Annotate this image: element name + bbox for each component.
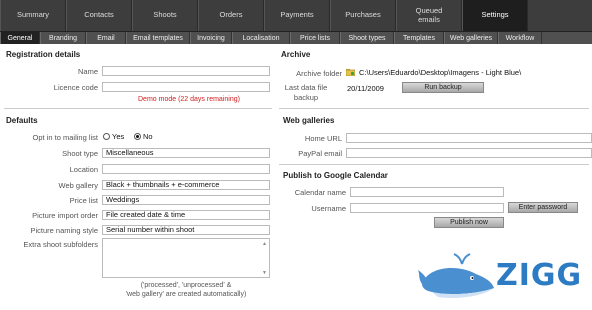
import-order-select[interactable]: File created date & time [102,210,270,220]
subtab-web-galleries[interactable]: Web galleries [444,32,498,44]
tab-summary[interactable]: Summary [0,0,66,31]
subtab-templates[interactable]: Templates [394,32,444,44]
folder-icon[interactable] [346,68,355,76]
subtab-email[interactable]: Email [86,32,126,44]
paypal-input[interactable] [346,148,592,158]
calendar-name-input[interactable] [350,187,504,197]
shoot-type-select[interactable]: Miscellaneous [102,148,270,158]
paypal-label: PayPal email [298,149,342,158]
demo-mode-text: Demo mode (22 days remaining) [138,96,240,103]
web-gallery-select[interactable]: Black + thumbnails + e-commerce [102,180,270,190]
tab-orders[interactable]: Orders [198,0,264,31]
archive-folder-path: C:\Users\Eduardo\Desktop\Imagens - Light… [359,68,522,77]
subfolders-note: ('processed', 'unprocessed' & 'web galle… [125,282,247,298]
calendar-name-label: Calendar name [294,188,346,197]
web-galleries-title: Web galleries [283,116,335,125]
subtab-workflow[interactable]: Workflow [498,32,542,44]
subtab-price-lists[interactable]: Price lists [290,32,340,44]
tab-payments[interactable]: Payments [264,0,330,31]
subtab-email-templates[interactable]: Email templates [126,32,190,44]
licence-label: Licence code [53,83,98,92]
top-nav-filler [528,0,592,31]
backup-date: 20/11/2009 [347,84,384,93]
subtab-general[interactable]: General [0,32,40,44]
home-url-label: Home URL [304,134,342,143]
optin-no-radio[interactable] [134,133,141,140]
divider [279,108,589,109]
whale-logo-icon [418,253,494,298]
import-order-label: Picture import order [32,211,98,220]
optin-label: Opt in to mailing list [32,133,98,142]
subtab-localisation[interactable]: Localisation [232,32,290,44]
registration-title: Registration details [6,50,81,59]
username-input[interactable] [350,203,504,213]
scroll-up-icon[interactable]: ▲ [261,240,268,247]
tab-purchases[interactable]: Purchases [330,0,396,31]
tab-settings[interactable]: Settings [462,0,528,31]
shoot-type-label: Shoot type [62,149,98,158]
sub-nav: General Branding Email Email templates I… [0,32,592,44]
naming-style-label: Picture naming style [30,226,98,235]
tab-queued-emails[interactable]: Queued emails [396,0,462,31]
tab-contacts[interactable]: Contacts [66,0,132,31]
enter-password-button[interactable]: Enter password [508,202,578,213]
optin-yes-label: Yes [112,132,125,141]
publish-now-button[interactable]: Publish now [434,217,504,228]
optin-yes-radio[interactable] [103,133,110,140]
optin-no-label: No [143,132,153,141]
scroll-down-icon[interactable]: ▼ [261,269,268,276]
defaults-title: Defaults [6,116,38,125]
archive-title: Archive [281,50,311,59]
home-url-input[interactable] [346,133,592,143]
location-input[interactable] [102,164,270,174]
google-calendar-title: Publish to Google Calendar [283,171,388,180]
subfolders-textarea[interactable]: ▲ ▼ [102,238,270,278]
username-label: Username [311,204,346,213]
backup-label: Last data file backup [284,83,328,102]
web-gallery-label: Web gallery [58,181,98,190]
naming-style-select[interactable]: Serial number within shoot [102,225,270,235]
archive-folder-label: Archive folder [296,69,342,78]
subtab-invoicing[interactable]: Invoicing [190,32,232,44]
price-list-label: Price list [69,196,98,205]
divider [4,108,272,109]
licence-input[interactable] [102,82,270,92]
price-list-select[interactable]: Weddings [102,195,270,205]
subtab-branding[interactable]: Branding [40,32,86,44]
tab-shoots[interactable]: Shoots [132,0,198,31]
name-label: Name [77,67,98,76]
subfolders-label: Extra shoot subfolders [23,240,98,249]
top-nav: Summary Contacts Shoots Orders Payments … [0,0,592,32]
watermark-text: ZIGG [496,258,583,293]
subtab-shoot-types[interactable]: Shoot types [340,32,394,44]
divider [279,164,589,165]
run-backup-button[interactable]: Run backup [402,82,484,93]
name-input[interactable] [102,66,270,76]
location-label: Location [69,165,98,174]
